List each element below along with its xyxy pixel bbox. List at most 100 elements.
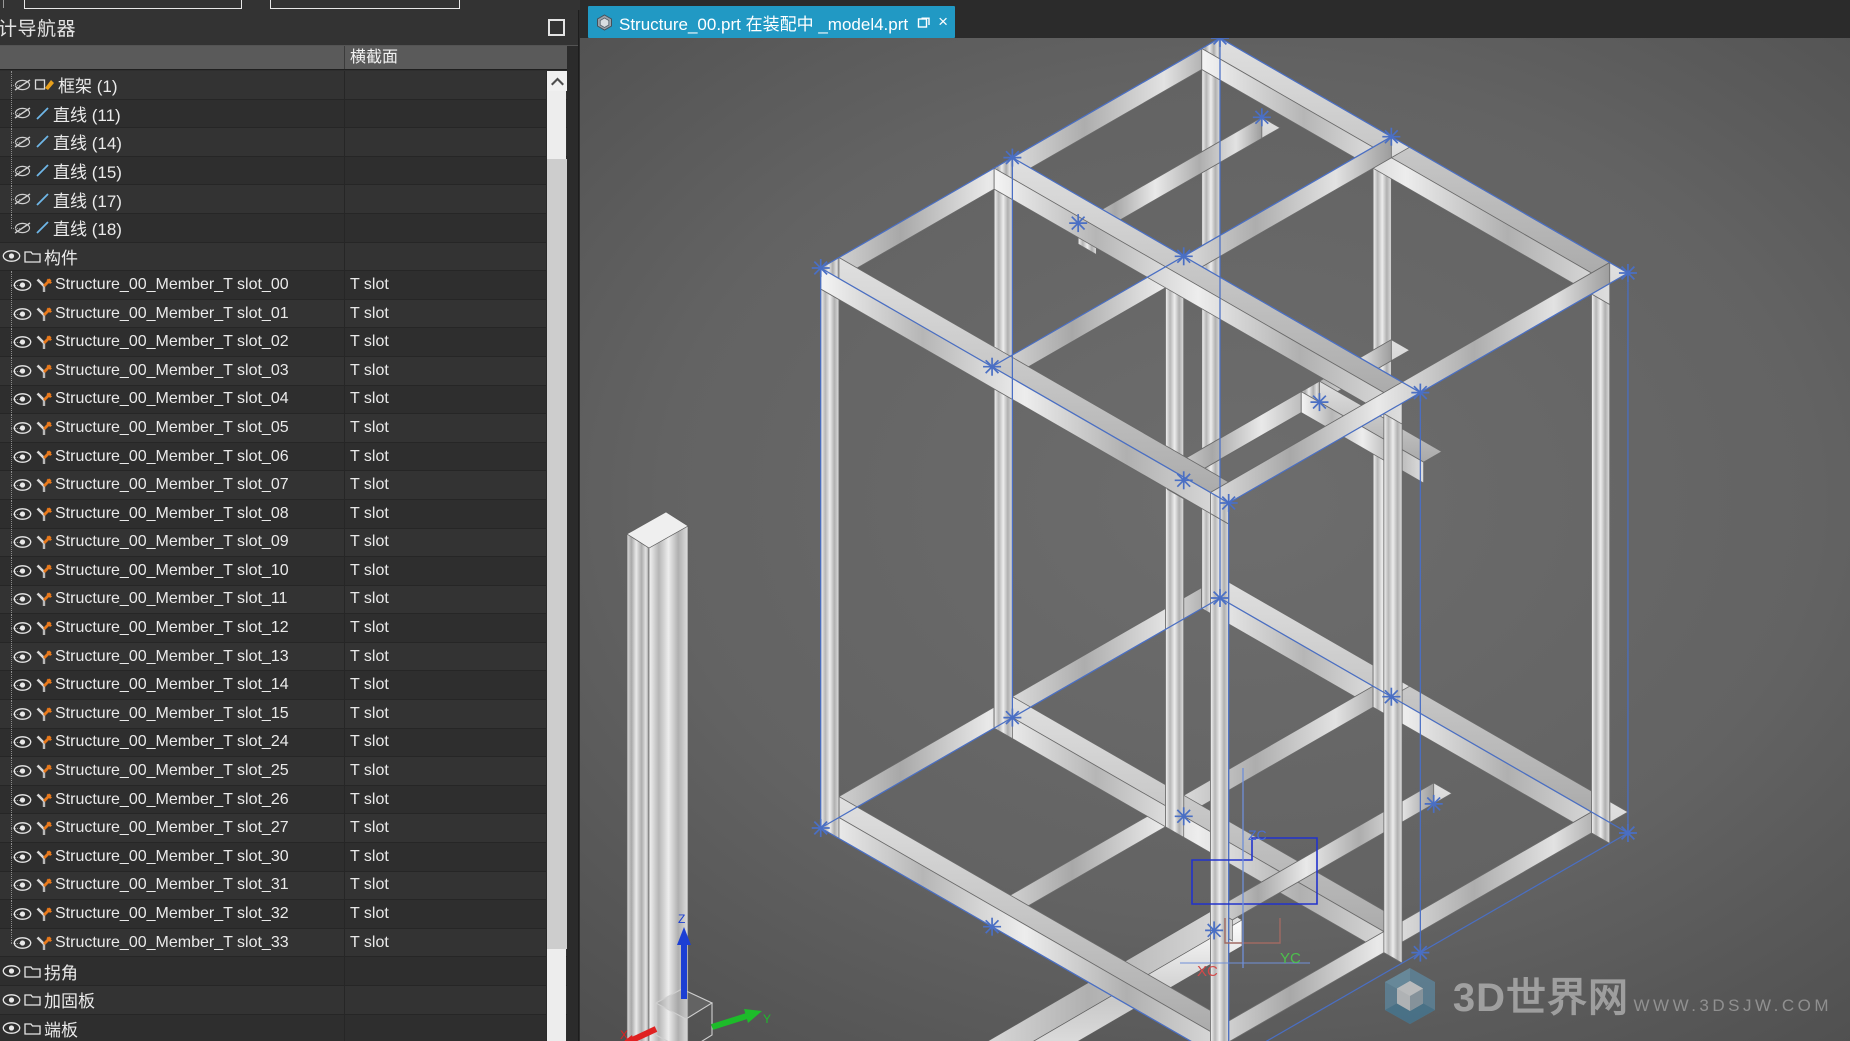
- eye-icon[interactable]: [1, 1020, 22, 1036]
- member-icon[interactable]: [34, 934, 53, 951]
- tree-row-name-cell[interactable]: Structure_00_Member_T slot_27: [0, 814, 345, 843]
- tree-row-name-cell[interactable]: Structure_00_Member_T slot_02: [0, 328, 345, 356]
- restore-icon[interactable]: [917, 15, 931, 29]
- tree-row-name-cell[interactable]: Structure_00_Member_T slot_03: [0, 356, 345, 385]
- tree-row-name-cell[interactable]: Structure_00_Member_T slot_10: [0, 557, 345, 585]
- tree-row-name-cell[interactable]: Structure_00_Member_T slot_06: [0, 442, 345, 471]
- tab-structure-00[interactable]: Structure_00.prt 在装配中 _model4.prt ×: [588, 6, 956, 38]
- tree-row-name-cell[interactable]: Structure_00_Member_T slot_09: [0, 528, 345, 557]
- column-header-cross-section[interactable]: 横截面: [345, 46, 578, 69]
- tree-row-cross-section-cell[interactable]: [345, 957, 578, 985]
- tree-row[interactable]: Structure_00_Member_T slot_25 T slot: [0, 757, 578, 786]
- column-header-name[interactable]: [0, 46, 345, 69]
- tree-row-cross-section-cell[interactable]: [345, 128, 578, 156]
- tree-row[interactable]: 框架 (1): [0, 71, 578, 100]
- tree-row-name-cell[interactable]: Structure_00_Member_T slot_25: [0, 757, 345, 785]
- tree-row[interactable]: Structure_00_Member_T slot_04 T slot: [0, 385, 578, 415]
- tree-body[interactable]: 框架 (1) 直线 (11) 直线 (14) 直线 (15) 直线 (17) 直线 (18…: [0, 71, 578, 1041]
- tree-row-cross-section-cell[interactable]: T slot: [345, 643, 578, 671]
- tree-row-name-cell[interactable]: Structure_00_Member_T slot_13: [0, 642, 345, 671]
- tree-row-name-cell[interactable]: 加固板: [0, 986, 345, 1014]
- member-icon[interactable]: [34, 505, 53, 522]
- tree-row-name-cell[interactable]: 构件: [0, 242, 345, 271]
- tree-row[interactable]: Structure_00_Member_T slot_33 T slot: [0, 928, 578, 958]
- tree-row[interactable]: 拐角: [0, 957, 578, 986]
- tree-row[interactable]: Structure_00_Member_T slot_10 T slot: [0, 557, 578, 586]
- member-icon[interactable]: [34, 334, 53, 351]
- tree-row-cross-section-cell[interactable]: T slot: [345, 843, 578, 871]
- tree-row[interactable]: Structure_00_Member_T slot_00 T slot: [0, 271, 578, 300]
- member-icon[interactable]: [34, 705, 53, 722]
- tree-row-name-cell[interactable]: Structure_00_Member_T slot_33: [0, 928, 345, 957]
- tree-row[interactable]: Structure_00_Member_T slot_06 T slot: [0, 442, 578, 472]
- close-icon[interactable]: ×: [938, 13, 948, 30]
- tree-row[interactable]: 端板: [0, 1014, 578, 1041]
- tree-row-cross-section-cell[interactable]: T slot: [345, 557, 578, 585]
- tree-row[interactable]: Structure_00_Member_T slot_01 T slot: [0, 299, 578, 329]
- member-icon[interactable]: [34, 791, 53, 808]
- eye-icon[interactable]: [1, 992, 22, 1008]
- member-icon[interactable]: [34, 591, 53, 608]
- tree-row-name-cell[interactable]: Structure_00_Member_T slot_26: [0, 785, 345, 814]
- member-icon[interactable]: [34, 734, 53, 751]
- eye-icon[interactable]: [1, 248, 22, 264]
- tree-row[interactable]: Structure_00_Member_T slot_02 T slot: [0, 328, 578, 357]
- tree-row[interactable]: Structure_00_Member_T slot_05 T slot: [0, 414, 578, 443]
- tree-row-cross-section-cell[interactable]: T slot: [345, 700, 578, 728]
- tree-row-name-cell[interactable]: Structure_00_Member_T slot_12: [0, 614, 345, 642]
- tree-row-cross-section-cell[interactable]: [345, 986, 578, 1014]
- tree-row-cross-section-cell[interactable]: T slot: [345, 443, 578, 471]
- tree-row[interactable]: Structure_00_Member_T slot_30 T slot: [0, 843, 578, 872]
- member-icon[interactable]: [34, 620, 53, 637]
- eye-icon[interactable]: [1, 963, 22, 979]
- member-icon[interactable]: [34, 562, 53, 579]
- tree-row-name-cell[interactable]: Structure_00_Member_T slot_24: [0, 728, 345, 757]
- member-icon[interactable]: [34, 362, 53, 379]
- member-icon[interactable]: [34, 276, 53, 293]
- member-icon[interactable]: [34, 534, 53, 551]
- member-icon[interactable]: [34, 477, 53, 494]
- tree-row-cross-section-cell[interactable]: [345, 100, 578, 128]
- member-icon[interactable]: [34, 877, 53, 894]
- tree-row-name-cell[interactable]: 端板: [0, 1014, 345, 1041]
- tree-row[interactable]: Structure_00_Member_T slot_12 T slot: [0, 614, 578, 643]
- tree-row-name-cell[interactable]: Structure_00_Member_T slot_01: [0, 299, 345, 328]
- tree-row-cross-section-cell[interactable]: T slot: [345, 757, 578, 785]
- tree-row-cross-section-cell[interactable]: [345, 71, 578, 99]
- tree-row[interactable]: 直线 (15): [0, 156, 578, 186]
- tree-row-name-cell[interactable]: 框架 (1): [0, 71, 345, 99]
- tree-row[interactable]: 直线 (17): [0, 185, 578, 214]
- tree-row-cross-section-cell[interactable]: T slot: [345, 414, 578, 442]
- line-icon[interactable]: [34, 134, 51, 150]
- tree-row-name-cell[interactable]: Structure_00_Member_T slot_32: [0, 900, 345, 928]
- tree-row-cross-section-cell[interactable]: T slot: [345, 328, 578, 356]
- line-icon[interactable]: [34, 220, 51, 236]
- tree-row-name-cell[interactable]: Structure_00_Member_T slot_04: [0, 385, 345, 414]
- member-icon[interactable]: [34, 391, 53, 408]
- tree-row-cross-section-cell[interactable]: T slot: [345, 614, 578, 642]
- tree-row[interactable]: Structure_00_Member_T slot_11 T slot: [0, 585, 578, 615]
- tree-row-cross-section-cell[interactable]: T slot: [345, 271, 578, 299]
- tree-row-cross-section-cell[interactable]: [345, 1015, 578, 1041]
- member-icon[interactable]: [34, 448, 53, 465]
- scrollbar-thumb[interactable]: [547, 159, 567, 949]
- tree-row[interactable]: Structure_00_Member_T slot_31 T slot: [0, 871, 578, 901]
- tree-row-cross-section-cell[interactable]: T slot: [345, 929, 578, 957]
- tree-row-cross-section-cell[interactable]: T slot: [345, 471, 578, 499]
- member-icon[interactable]: [34, 419, 53, 436]
- line-icon[interactable]: [34, 105, 51, 121]
- tree-row-cross-section-cell[interactable]: T slot: [345, 786, 578, 814]
- tree-row[interactable]: Structure_00_Member_T slot_32 T slot: [0, 900, 578, 929]
- tree-row-name-cell[interactable]: Structure_00_Member_T slot_08: [0, 499, 345, 528]
- tree-row-cross-section-cell[interactable]: T slot: [345, 386, 578, 414]
- 3d-viewport[interactable]: XC YC ZC Z Y X 3D世界网 WWW.3DSJW.COM: [580, 38, 1850, 1041]
- tree-row[interactable]: Structure_00_Member_T slot_24 T slot: [0, 728, 578, 758]
- tree-row[interactable]: Structure_00_Member_T slot_07 T slot: [0, 471, 578, 500]
- folder-icon[interactable]: [23, 992, 42, 1008]
- maximize-icon[interactable]: [548, 19, 565, 36]
- tree-row-name-cell[interactable]: Structure_00_Member_T slot_11: [0, 585, 345, 614]
- chevron-up-icon[interactable]: [547, 71, 567, 91]
- tree-row-cross-section-cell[interactable]: T slot: [345, 500, 578, 528]
- tree-row-cross-section-cell[interactable]: T slot: [345, 529, 578, 557]
- tree-row[interactable]: Structure_00_Member_T slot_03 T slot: [0, 356, 578, 386]
